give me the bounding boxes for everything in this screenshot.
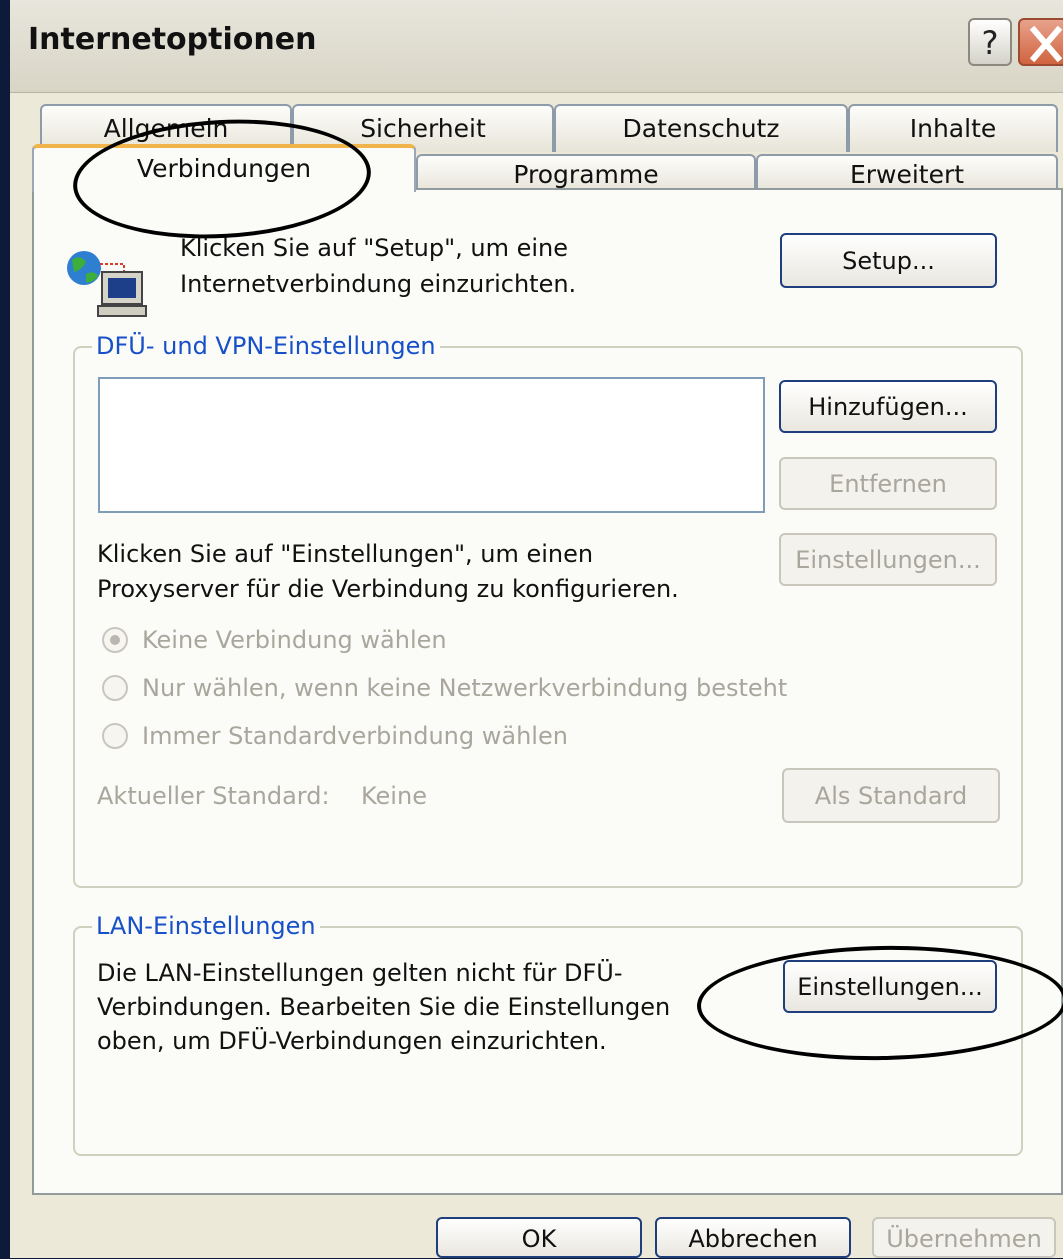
add-button[interactable]: Hinzufügen... [779,380,997,433]
lan-text-line2: Verbindungen. Bearbeiten Sie die Einstel… [97,993,671,1021]
lan-text-line3: oben, um DFÜ-Verbindungen einzurichten. [97,1027,607,1055]
ok-button[interactable]: OK [436,1217,642,1258]
set-default-button[interactable]: Als Standard [782,768,1000,823]
current-default-value: Keine [361,782,427,810]
tab-inhalte[interactable]: Inhalte [848,104,1058,152]
dialup-vpn-group-label: DFÜ- und VPN-Einstellungen [92,332,440,360]
remove-button[interactable]: Entfernen [779,457,997,510]
lan-settings-button[interactable]: Einstellungen... [783,960,997,1013]
radio-always-default-label[interactable]: Immer Standardverbindung wählen [142,720,568,752]
tab-programme[interactable]: Programme [416,154,756,192]
proxy-text-line1: Klicken Sie auf "Einstellungen", um eine… [97,540,594,568]
tab-datenschutz[interactable]: Datenschutz [554,104,848,152]
tab-erweitert[interactable]: Erweitert [756,154,1058,192]
setup-text-line2: Internetverbindung einzurichten. [180,270,577,298]
window-title: Internetoptionen [28,22,317,57]
current-default-label: Aktueller Standard: [97,782,330,810]
radio-always-default[interactable] [102,723,128,749]
apply-button[interactable]: Übernehmen [872,1217,1056,1258]
dialup-settings-button[interactable]: Einstellungen... [779,533,997,586]
tab-verbindungen[interactable]: Verbindungen [32,144,416,192]
radio-no-dial[interactable] [102,627,128,653]
close-button[interactable] [1018,18,1063,66]
network-computer-icon [67,251,147,317]
lan-text-line1: Die LAN-Einstellungen gelten nicht für D… [97,959,623,987]
radio-dial-when-no-network[interactable] [102,675,128,701]
lan-group-label: LAN-Einstellungen [92,912,320,940]
setup-text-line1: Klicken Sie auf "Setup", um eine [180,234,569,262]
radio-no-dial-label[interactable]: Keine Verbindung wählen [142,624,447,656]
proxy-text-line2: Proxyserver für die Verbindung zu konfig… [97,575,679,603]
close-icon [1029,25,1063,63]
setup-button[interactable]: Setup... [780,233,997,288]
cancel-button[interactable]: Abbrechen [655,1217,851,1258]
connections-list[interactable] [98,377,765,513]
title-bar[interactable]: Internetoptionen ? [10,0,1063,93]
help-button[interactable]: ? [968,18,1012,66]
radio-dial-when-no-network-label[interactable]: Nur wählen, wenn keine Netzwerkverbindun… [142,672,787,704]
